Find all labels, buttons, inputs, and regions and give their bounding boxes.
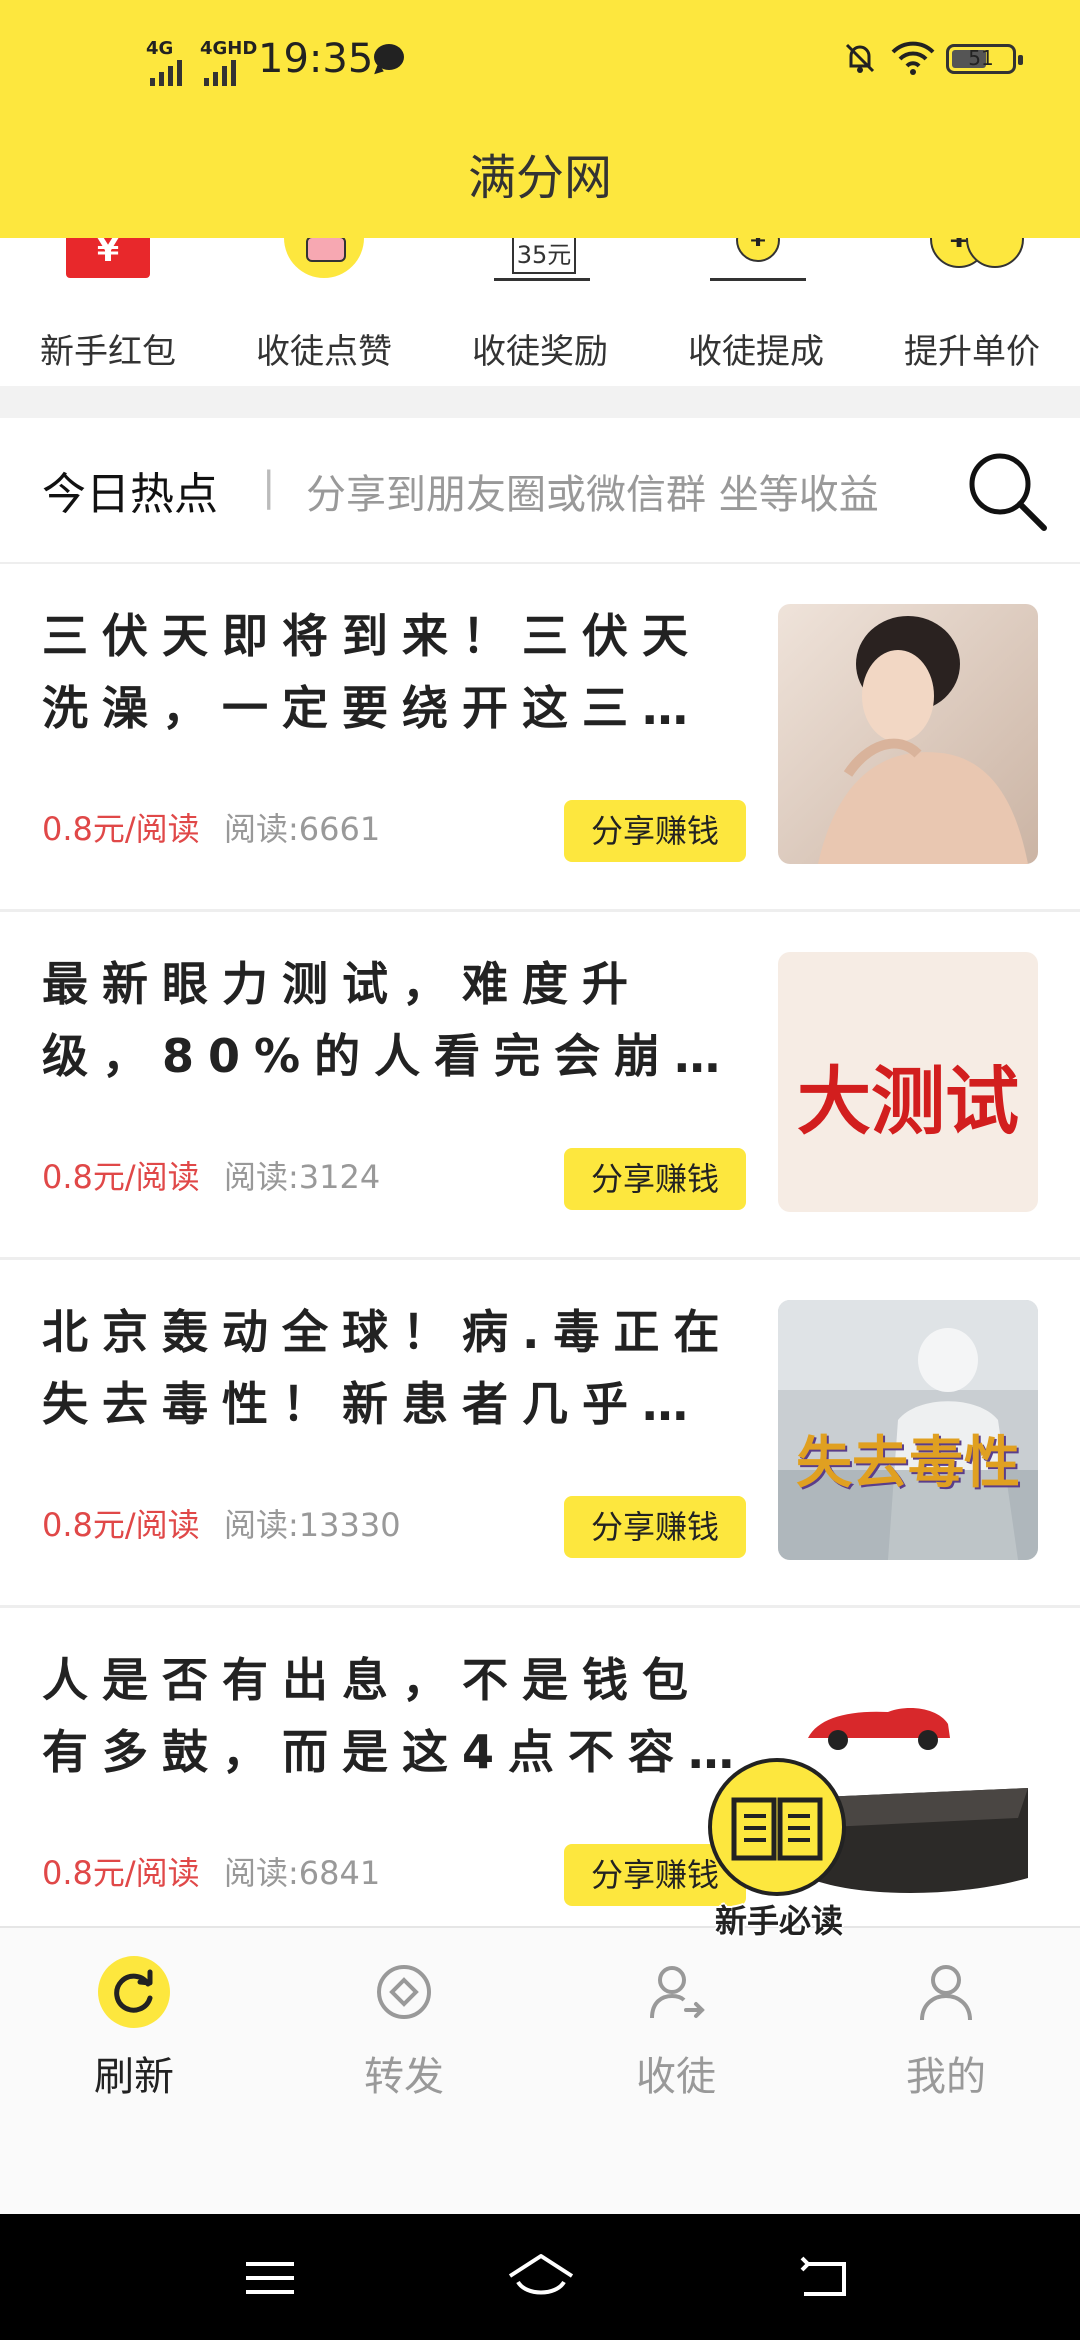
quick-entry-new-user-bonus[interactable]: ¥ 新手红包 bbox=[28, 228, 188, 372]
share-earn-button[interactable]: 分享赚钱 bbox=[564, 800, 746, 862]
thumbnail-caption: 失去毒性 bbox=[796, 1431, 1020, 1496]
quick-entry-recruit-commission[interactable]: ¥ 收徒提成 bbox=[676, 218, 836, 372]
hot-topics-tip: 分享到朋友圈或微信群 坐等收益 bbox=[306, 472, 879, 518]
share-earn-button[interactable]: 分享赚钱 bbox=[564, 1148, 746, 1210]
profile-icon bbox=[920, 1965, 972, 2021]
quick-entry-label: 收徒提成 bbox=[688, 332, 824, 372]
tab-label: 刷新 bbox=[94, 2054, 174, 2100]
article-thumbnail: 大测试 bbox=[778, 952, 1038, 1212]
article-item[interactable]: 人是否有出息，不是钱包 有多鼓，而是这4点不容… 0.8元/阅读 阅读:6841… bbox=[0, 1608, 1080, 1956]
quick-entry-label: 新手红包 bbox=[40, 332, 176, 372]
battery-level: 51 bbox=[968, 46, 994, 70]
article-reads: 阅读:13330 bbox=[224, 1506, 401, 1544]
network-type-1: 4G bbox=[146, 38, 174, 59]
hot-separator: | bbox=[262, 464, 276, 510]
section-divider bbox=[0, 386, 1080, 418]
tab-forward[interactable]: 转发 bbox=[304, 1956, 504, 2102]
quick-entry-label: 收徒点赞 bbox=[256, 332, 392, 372]
article-reads: 阅读:6661 bbox=[224, 810, 381, 848]
battery-icon: 51 bbox=[946, 44, 1023, 74]
article-item[interactable]: 北京轰动全球！病.毒正在 失去毒性！新患者几乎… 0.8元/阅读 阅读:1333… bbox=[0, 1260, 1080, 1608]
article-price: 0.8元/阅读 bbox=[42, 1854, 200, 1892]
article-reads: 阅读:3124 bbox=[224, 1158, 381, 1196]
article-item[interactable]: 最新眼力测试，难度升 级，80%的人看完会崩… 0.8元/阅读 阅读:3124 … bbox=[0, 912, 1080, 1260]
beginner-guide-button[interactable]: 新手必读 bbox=[704, 1758, 854, 1948]
article-item[interactable]: 三伏天即将到来！三伏天 洗澡，一定要绕开这三… 0.8元/阅读 阅读:6661 … bbox=[0, 564, 1080, 912]
quick-entry-label: 提升单价 bbox=[904, 332, 1040, 372]
article-title: 人是否有出息，不是钱包 有多鼓，而是这4点不容… bbox=[42, 1653, 749, 1779]
article-title: 最新眼力测试，难度升 级，80%的人看完会崩… bbox=[42, 957, 735, 1083]
network-type-2: 4GHD bbox=[200, 38, 258, 59]
quick-entry-raise-price[interactable]: ¥ 提升单价 bbox=[892, 210, 1052, 372]
refresh-icon bbox=[114, 1969, 153, 2013]
mute-icon bbox=[845, 43, 875, 73]
article-thumbnail: 失去毒性 bbox=[778, 1300, 1038, 1560]
share-earn-button[interactable]: 分享赚钱 bbox=[564, 1496, 746, 1558]
clock: 19:35 bbox=[258, 36, 374, 82]
tab-recruit[interactable]: 收徒 bbox=[576, 1956, 776, 2102]
quick-entry-recruit-reward[interactable]: 35元 收徒奖励 bbox=[460, 234, 620, 372]
commission-coin-icon: ¥ bbox=[710, 218, 806, 281]
tab-profile[interactable]: 我的 bbox=[846, 1956, 1046, 2102]
article-thumbnail bbox=[778, 604, 1038, 864]
quick-entry-label: 收徒奖励 bbox=[472, 332, 608, 372]
article-title: 北京轰动全球！病.毒正在 失去毒性！新患者几乎… bbox=[42, 1305, 734, 1431]
system-navigation-bar bbox=[0, 2214, 1080, 2340]
thumbnail-caption: 大测试 bbox=[797, 1059, 1019, 1145]
reward-amount: 35元 bbox=[512, 234, 576, 274]
guide-label: 新手必读 bbox=[714, 1902, 843, 1940]
app-header: 4G 4GHD 19:35 51 满分网 bbox=[0, 0, 1080, 238]
search-icon[interactable] bbox=[962, 446, 1050, 534]
reward-board-icon: 35元 bbox=[494, 232, 590, 281]
add-follower-icon bbox=[650, 1966, 705, 2019]
bottom-tab-bar: 刷新 转发 收徒 我的 bbox=[0, 1926, 1080, 2216]
book-icon bbox=[708, 1758, 846, 1896]
wifi-icon bbox=[891, 41, 935, 75]
tab-label: 我的 bbox=[906, 2054, 986, 2100]
quick-entry-recruit-like[interactable]: 收徒点赞 bbox=[244, 198, 404, 372]
forward-icon bbox=[377, 1965, 431, 2019]
article-price: 0.8元/阅读 bbox=[42, 1158, 200, 1196]
back-icon[interactable] bbox=[794, 2248, 854, 2308]
article-reads: 阅读:6841 bbox=[224, 1854, 381, 1892]
article-price: 0.8元/阅读 bbox=[42, 810, 200, 848]
tab-refresh[interactable]: 刷新 bbox=[34, 1956, 234, 2102]
home-icon[interactable] bbox=[506, 2248, 576, 2308]
status-bar: 4G 4GHD 19:35 51 bbox=[0, 0, 1080, 120]
quick-entry-row: ¥ 新手红包 收徒点赞 35元 收徒奖励 ¥ 收徒提成 ¥ 提升单价 bbox=[0, 198, 1080, 386]
page-title: 满分网 bbox=[467, 150, 612, 206]
hot-topics-bar: 今日热点 | 分享到朋友圈或微信群 坐等收益 bbox=[0, 418, 1080, 564]
hot-topics-title: 今日热点 bbox=[42, 469, 218, 520]
tab-label: 转发 bbox=[364, 2054, 444, 2100]
message-icon bbox=[374, 44, 404, 70]
tab-label: 收徒 bbox=[636, 2054, 716, 2100]
menu-icon[interactable] bbox=[240, 2248, 300, 2308]
article-title: 三伏天即将到来！三伏天 洗澡，一定要绕开这三… bbox=[42, 609, 702, 735]
article-price: 0.8元/阅读 bbox=[42, 1506, 200, 1544]
